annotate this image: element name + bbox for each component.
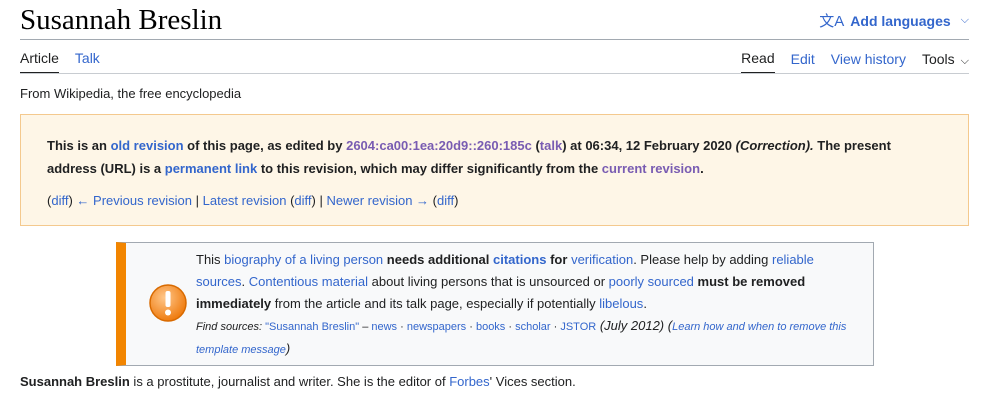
text: ) [454,193,459,208]
newer-revision-link[interactable]: Newer revision → [326,193,429,208]
editor-link[interactable]: 2604:ca00:1ea:20d9::260:185c [346,138,532,153]
tab-article[interactable]: Article [20,50,59,74]
libelous-link[interactable]: libelous [599,296,643,311]
latest-revision-link[interactable]: Latest revision [203,193,287,208]
text: ) [285,341,291,356]
find-sources: Find sources: "Susannah Breslin" – news … [196,318,846,356]
text: | [192,193,203,208]
tab-talk[interactable]: Talk [75,50,100,74]
text: · [466,321,476,333]
text: from the article and its talk page, espe… [271,296,600,311]
text: ) | [311,193,327,208]
blp-link[interactable]: biography of a living person [224,252,383,267]
namespace-tabs: Article Talk [20,50,100,74]
emphasis: needs additional [386,252,490,267]
notice-text: This biography of a living person needs … [196,249,861,361]
previous-revision-link[interactable]: ← Previous revision [76,193,192,208]
tools-menu-button[interactable]: Tools ⌵ [922,51,969,74]
citations-link[interactable]: citations [493,252,546,267]
find-jstor-link[interactable]: JSTOR [560,321,596,333]
contentious-material-link[interactable]: Contentious material [249,274,368,289]
text: ) at 06:34, 12 February 2020 [562,138,736,153]
old-revision-link[interactable]: old revision [111,138,184,153]
text: . [700,161,704,176]
text: to this revision, which may differ signi… [257,161,602,176]
chevron-down-icon: ⌵ [960,54,969,67]
text: ( [429,193,437,208]
lead-paragraph: Susannah Breslin is a prostitute, journa… [20,374,576,389]
revision-navigation: (diff) ← Previous revision | Latest revi… [47,193,458,208]
site-tagline: From Wikipedia, the free encyclopedia [20,86,242,101]
poorly-sourced-link[interactable]: poorly sourced [609,274,694,289]
old-revision-notice: This is an old revision of this page, as… [20,114,969,226]
tab-read[interactable]: Read [741,50,775,74]
forbes-link[interactable]: Forbes [449,374,489,389]
find-news-link[interactable]: news [371,321,397,333]
emphasis: for [550,252,568,267]
blp-sources-notice: This biography of a living person needs … [116,242,874,366]
diff-link[interactable]: diff [294,193,311,208]
current-revision-link[interactable]: current revision [602,161,700,176]
diff-link[interactable]: diff [51,193,68,208]
text: – [359,321,372,333]
find-sources-label: Find sources: [196,321,263,333]
tools-label: Tools [921,50,955,67]
find-query-link[interactable]: "Susannah Breslin" [265,321,359,333]
warning-icon [149,284,187,322]
text: about living persons that is unsourced o… [368,274,609,289]
edit-summary: (Correction). [735,138,814,153]
text: This [196,252,225,267]
tab-view-history[interactable]: View history [831,51,906,73]
diff-link[interactable]: diff [437,193,454,208]
text: of this page, as edited by [183,138,347,153]
find-scholar-link[interactable]: scholar [515,321,550,333]
text: This is an [47,138,111,153]
find-newspapers-link[interactable]: newspapers [407,321,466,333]
subject-name: Susannah Breslin [20,374,130,389]
verification-link[interactable]: verification [571,252,633,267]
text: . Please help by adding [633,252,772,267]
editor-talk-link[interactable]: talk [540,138,562,153]
text: ( [531,138,540,153]
find-books-link[interactable]: books [476,321,505,333]
revision-message: This is an old revision of this page, as… [47,134,937,180]
tab-edit[interactable]: Edit [791,51,815,73]
text: is a prostitute, journalist and writer. … [129,374,450,389]
permanent-link[interactable]: permanent link [165,161,257,176]
translate-icon: 文A [819,13,845,30]
tabs-divider [20,73,969,74]
date-note: (July 2012) [596,318,668,333]
text: . [241,274,249,289]
title-divider [20,39,969,40]
view-tabs: Read Edit View history Tools ⌵ [741,50,969,74]
chevron-down-icon: ⌵ [960,14,969,26]
text: . [643,296,647,311]
text: · [550,321,561,333]
text: ' Vices section. [489,374,576,389]
add-languages-button[interactable]: 文A Add languages ⌵ [819,10,969,31]
page-title: Susannah Breslin [20,4,223,36]
text: · [397,321,407,333]
add-languages-label: Add languages [850,12,951,29]
text: · [505,321,516,333]
